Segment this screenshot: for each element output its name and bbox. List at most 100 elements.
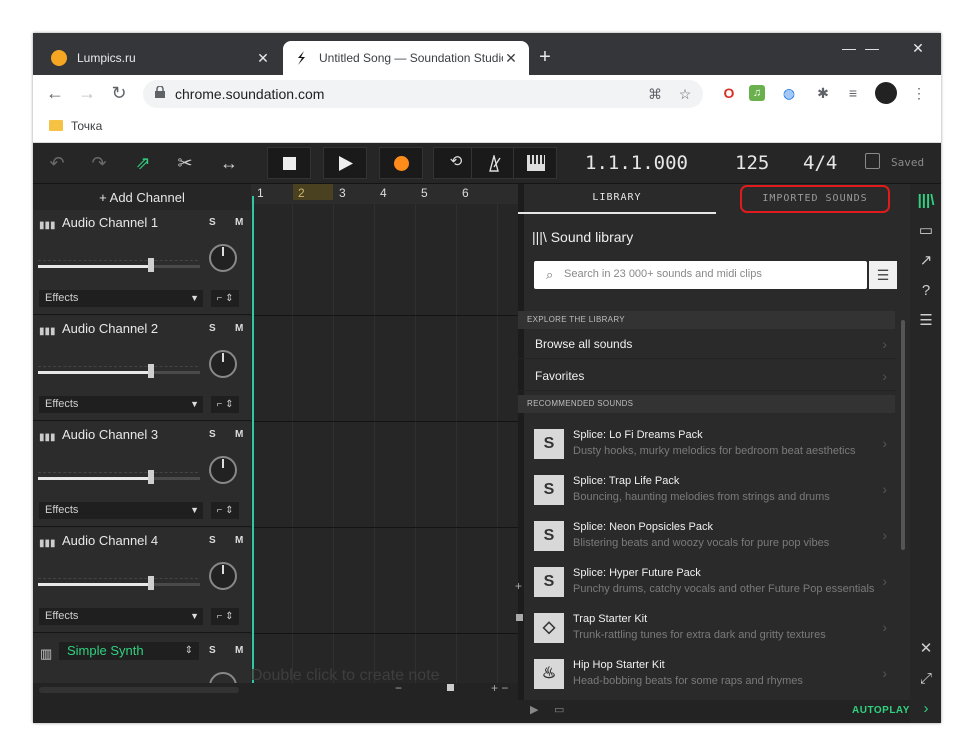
- pan-knob[interactable]: [209, 562, 237, 590]
- close-window-button[interactable]: ✕: [895, 37, 941, 59]
- bookmark-star-icon[interactable]: ☆: [675, 84, 695, 104]
- new-tab-button[interactable]: +: [533, 45, 557, 69]
- automation-toggle[interactable]: ⌐ ⇕: [211, 608, 239, 625]
- stop-button[interactable]: [267, 147, 311, 179]
- list-item[interactable]: S Splice: Trap Life Pack Bouncing, haunt…: [518, 471, 895, 517]
- mute-button[interactable]: M: [235, 323, 243, 334]
- close-icon[interactable]: ✕: [915, 638, 937, 660]
- folder-icon[interactable]: ▭: [915, 220, 937, 242]
- tab-library[interactable]: LIBRARY: [518, 184, 716, 214]
- pan-knob[interactable]: [209, 244, 237, 272]
- help-icon[interactable]: ?: [915, 280, 937, 302]
- menu-dots-icon[interactable]: ⋮: [909, 83, 929, 103]
- library-scrollbar[interactable]: [901, 320, 905, 550]
- reload-icon[interactable]: ↻: [107, 81, 131, 105]
- mute-button[interactable]: M: [235, 645, 243, 656]
- piano-keyboard-button[interactable]: [513, 147, 557, 179]
- effects-dropdown[interactable]: Effects ▼: [39, 502, 203, 519]
- automation-toggle[interactable]: ⌐ ⇕: [211, 290, 239, 307]
- save-icon[interactable]: [865, 153, 880, 169]
- collapse-chevron-icon[interactable]: ›: [915, 698, 937, 720]
- effects-dropdown[interactable]: Effects ▼: [39, 396, 203, 413]
- filter-settings-button[interactable]: ☰: [869, 261, 897, 289]
- automation-toggle[interactable]: ⌐ ⇕: [211, 396, 239, 413]
- record-button[interactable]: [379, 147, 423, 179]
- timeline-ruler[interactable]: 1 2 3 4 5 6: [251, 184, 518, 204]
- translate-icon[interactable]: ⌘: [645, 84, 665, 104]
- expand-icon[interactable]: ⤢: [915, 668, 937, 690]
- tab-lumpics[interactable]: Lumpics.ru ✕: [41, 41, 281, 75]
- scroll-thumb[interactable]: [39, 687, 239, 693]
- list-item[interactable]: ◇ Trap Starter Kit Trunk-rattling tunes …: [518, 609, 895, 655]
- volume-slider[interactable]: [38, 583, 152, 586]
- list-item[interactable]: S Splice: Lo Fi Dreams Pack Dusty hooks,…: [518, 425, 895, 471]
- channel-name[interactable]: Audio Channel 3: [62, 427, 158, 442]
- pan-knob[interactable]: [209, 350, 237, 378]
- playhead[interactable]: [252, 196, 254, 683]
- arrangement-timeline[interactable]: 1 2 3 4 5 6 Double click to create note: [251, 184, 518, 683]
- solo-button[interactable]: S: [209, 645, 216, 656]
- mute-button[interactable]: M: [235, 535, 243, 546]
- channel-name[interactable]: Audio Channel 2: [62, 321, 158, 336]
- minimize-button-alt[interactable]: —: [826, 37, 872, 59]
- browse-all-sounds-link[interactable]: Browse all sounds ›: [518, 329, 895, 359]
- cut-tool-icon[interactable]: ✂: [171, 151, 199, 175]
- favorites-link[interactable]: Favorites ›: [518, 361, 895, 391]
- close-tab-icon[interactable]: ✕: [255, 50, 271, 67]
- effects-dropdown[interactable]: Effects ▼: [39, 608, 203, 625]
- url-text[interactable]: chrome.soundation.com: [175, 86, 324, 102]
- play-button[interactable]: [323, 147, 367, 179]
- tab-soundation[interactable]: Untitled Song — Soundation Studio ✕: [283, 41, 529, 75]
- time-signature-readout[interactable]: 4/4: [803, 152, 837, 174]
- solo-button[interactable]: S: [209, 323, 216, 334]
- channel-name[interactable]: Audio Channel 4: [62, 533, 158, 548]
- share-arrow-icon[interactable]: ↗: [915, 250, 937, 272]
- preview-play-icon[interactable]: ▶: [530, 703, 538, 716]
- mute-button[interactable]: M: [235, 429, 243, 440]
- close-tab-icon[interactable]: ✕: [503, 50, 519, 67]
- preview-screen-icon[interactable]: ▭: [554, 703, 564, 716]
- add-channel-button[interactable]: + Add Channel: [33, 184, 251, 210]
- channel-name[interactable]: Audio Channel 1: [62, 215, 158, 230]
- solo-button[interactable]: S: [209, 535, 216, 546]
- zoom-slider-thumb[interactable]: [447, 684, 454, 691]
- list-item[interactable]: ♨ Hip Hop Starter Kit Head-bobbing beats…: [518, 655, 895, 701]
- zoom-out-icon[interactable]: −: [395, 681, 402, 695]
- stretch-tool-icon[interactable]: ↔: [215, 151, 243, 175]
- mute-button[interactable]: M: [235, 217, 243, 228]
- automation-toggle[interactable]: ⌐ ⇕: [211, 502, 239, 519]
- instrument-select[interactable]: Simple Synth ⇕: [59, 642, 199, 660]
- tempo-readout[interactable]: 125: [735, 152, 769, 174]
- pan-knob[interactable]: [209, 456, 237, 484]
- address-bar[interactable]: chrome.soundation.com ⌘ ☆: [143, 80, 703, 108]
- library-search[interactable]: ⌕ Search in 23 000+ sounds and midi clip…: [534, 261, 867, 289]
- adblock-extension-icon[interactable]: O: [719, 83, 739, 103]
- volume-slider-thumb[interactable]: [148, 470, 154, 484]
- pointer-tool-icon[interactable]: ⇗: [129, 151, 157, 175]
- volume-slider-thumb[interactable]: [148, 576, 154, 590]
- redo-icon[interactable]: ↷: [85, 151, 113, 175]
- list-item[interactable]: S Splice: Neon Popsicles Pack Blistering…: [518, 517, 895, 563]
- solo-button[interactable]: S: [209, 429, 216, 440]
- zoom-in-icon[interactable]: + −: [491, 681, 508, 695]
- forward-arrow-icon[interactable]: →: [75, 81, 99, 105]
- volume-slider[interactable]: [38, 265, 152, 268]
- tab-imported-sounds[interactable]: IMPORTED SOUNDS: [740, 185, 890, 213]
- search-placeholder[interactable]: Search in 23 000+ sounds and midi clips: [564, 268, 762, 280]
- position-readout[interactable]: 1.1.1.000: [585, 152, 688, 174]
- horizontal-scrollbar[interactable]: − + −: [33, 681, 518, 723]
- extensions-puzzle-icon[interactable]: ✱: [813, 83, 833, 103]
- undo-icon[interactable]: ↶: [43, 151, 71, 175]
- list-item[interactable]: S Splice: Hyper Future Pack Punchy drums…: [518, 563, 895, 609]
- library-books-icon[interactable]: |||\: [915, 190, 937, 212]
- mixer-sliders-icon[interactable]: ☰: [915, 310, 937, 332]
- media-queue-icon[interactable]: ≡: [843, 83, 863, 103]
- volume-slider-thumb[interactable]: [148, 258, 154, 272]
- vpn-globe-icon[interactable]: ◍: [779, 83, 799, 103]
- back-arrow-icon[interactable]: ←: [43, 81, 67, 105]
- bookmark-folder-label[interactable]: Точка: [71, 119, 102, 133]
- effects-dropdown[interactable]: Effects ▼: [39, 290, 203, 307]
- solo-button[interactable]: S: [209, 217, 216, 228]
- volume-slider[interactable]: [38, 477, 152, 480]
- profile-avatar[interactable]: [875, 82, 897, 104]
